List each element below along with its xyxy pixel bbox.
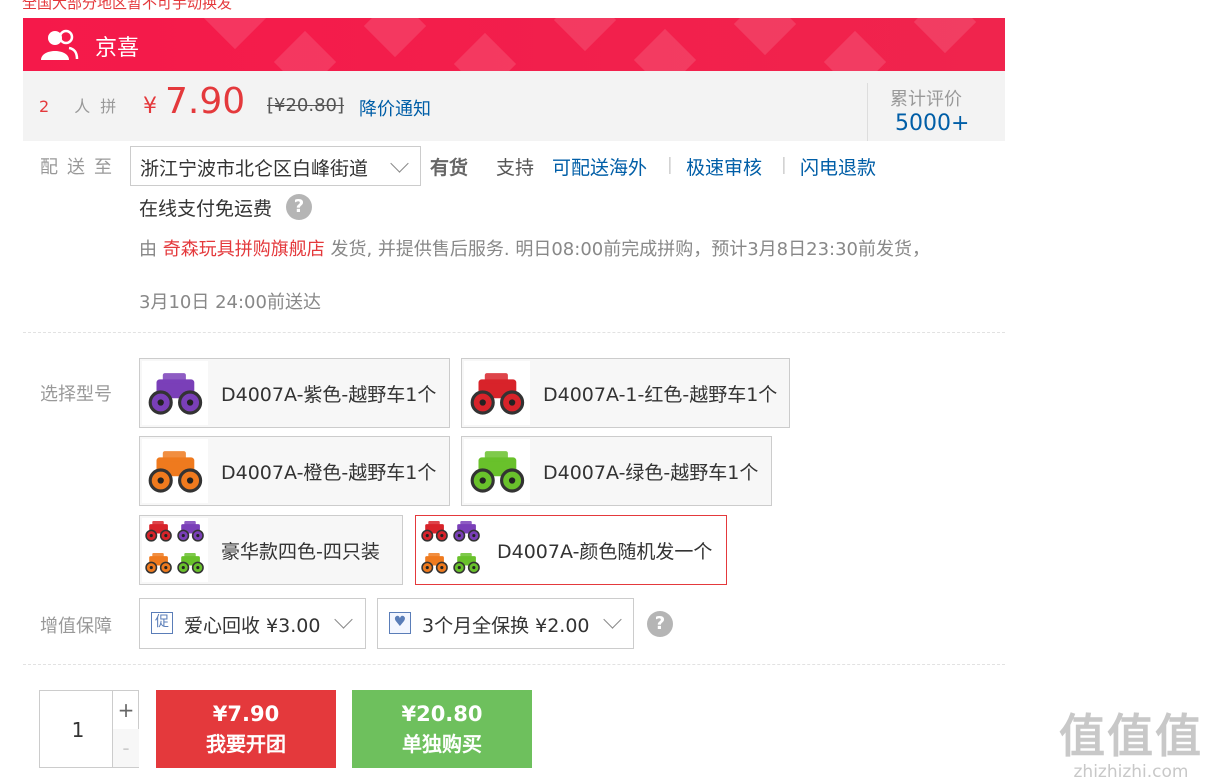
address-select[interactable]: 浙江宁波市北仑区白峰街道 (130, 146, 421, 186)
divider (23, 664, 1005, 665)
option-label: D4007A-1-红色-越野车1个 (543, 384, 778, 406)
product-thumbnail (464, 361, 530, 425)
options-label: 选择型号 (40, 384, 112, 405)
help-icon[interactable]: ? (647, 611, 673, 637)
address-value: 浙江宁波市北仑区白峰街道 (140, 158, 369, 180)
quantity-increase-button[interactable]: + (112, 691, 139, 730)
quantity-decrease-button[interactable]: - (112, 729, 139, 767)
promo-icon: 促 (151, 612, 173, 634)
option-item[interactable]: D4007A-橙色-越野车1个 (139, 436, 450, 506)
free-shipping-text: 在线支付免运费 (139, 198, 273, 220)
group-size: 2 人拼 (39, 93, 126, 117)
option-item[interactable]: D4007A-颜色随机发一个 (415, 515, 727, 585)
group-buy-price: ¥7.90 (212, 702, 280, 726)
option-label: D4007A-颜色随机发一个 (497, 541, 713, 563)
value-added-label: 增值保障 (40, 616, 112, 637)
ship-prefix: 由 (139, 239, 157, 260)
solo-buy-label: 单独购买 (402, 732, 482, 756)
review-count[interactable]: 5000+ (895, 111, 969, 136)
service-fast-review[interactable]: 极速审核 (686, 153, 762, 180)
recycle-service-text: 爱心回收 ¥3.00 (184, 615, 321, 637)
option-item[interactable]: 豪华款四色-四只装 (139, 515, 403, 585)
shipping-info-arrival: 3月10日 24:00前送达 (139, 292, 321, 313)
shipping-info: 由 奇森玩具拼购旗舰店 发货, 并提供售后服务. 明日08:00前完成拼购，预计… (139, 235, 930, 261)
support-label: 支持 (496, 157, 535, 179)
option-label: D4007A-绿色-越野车1个 (543, 462, 759, 484)
banner-title: 京喜 (95, 36, 140, 61)
watermark-logo: 值值值 (1059, 709, 1203, 763)
chevron-down-icon (603, 610, 622, 629)
option-item[interactable]: D4007A-1-红色-越野车1个 (461, 358, 790, 428)
option-label: D4007A-紫色-越野车1个 (221, 384, 437, 406)
divider (23, 332, 1005, 333)
stock-status: 有货 (430, 157, 469, 179)
watermark-url: zhizhizhi.com (1073, 762, 1189, 782)
review-summary[interactable]: 累计评价 5000+ (867, 83, 1006, 141)
quantity-input[interactable] (40, 691, 116, 769)
start-group-buy-button[interactable]: ¥7.90 我要开团 (156, 690, 336, 768)
separator: | (781, 155, 787, 175)
warranty-icon: ♥ (389, 612, 411, 634)
chevron-down-icon (334, 610, 353, 629)
product-thumbnail (142, 518, 208, 582)
solo-buy-price: ¥20.80 (401, 702, 483, 726)
current-price: ¥7.90 (143, 81, 245, 122)
original-price: [¥20.80] (267, 95, 345, 116)
recycle-service-select[interactable]: 促 爱心回收 ¥3.00 (139, 598, 366, 649)
top-notice: 全国大部分地区暂不可手动换发 (22, 0, 233, 12)
separator: | (667, 155, 673, 175)
warranty-service-text: 3个月全保换 ¥2.00 (422, 615, 590, 637)
price-drop-notify-link[interactable]: 降价通知 (359, 95, 431, 121)
ship-info-text: 发货, 并提供售后服务. 明日08:00前完成拼购，预计3月8日23:30前发货… (330, 239, 931, 260)
chevron-down-icon (390, 154, 409, 173)
store-link[interactable]: 奇森玩具拼购旗舰店 (163, 239, 325, 260)
service-ship-overseas[interactable]: 可配送海外 (552, 153, 647, 180)
product-thumbnail (418, 518, 484, 582)
jingxi-banner: 京喜 (23, 18, 1005, 71)
option-item[interactable]: D4007A-紫色-越野车1个 (139, 358, 450, 428)
option-label: D4007A-橙色-越野车1个 (221, 462, 437, 484)
yen-symbol: ¥ (143, 94, 157, 119)
product-thumbnail (142, 439, 208, 503)
product-thumbnail (142, 361, 208, 425)
option-label: 豪华款四色-四只装 (221, 541, 380, 563)
delivery-label: 配送至 (40, 157, 121, 178)
users-icon (41, 29, 79, 60)
group-buy-label: 我要开团 (206, 732, 286, 756)
buy-alone-button[interactable]: ¥20.80 单独购买 (352, 690, 532, 768)
quantity-stepper: + - (39, 690, 139, 769)
help-icon[interactable]: ? (286, 194, 312, 220)
option-item[interactable]: D4007A-绿色-越野车1个 (461, 436, 772, 506)
group-suffix: 人拼 (74, 97, 127, 116)
current-price-value: 7.90 (165, 81, 246, 122)
warranty-service-select[interactable]: ♥ 3个月全保换 ¥2.00 (377, 598, 634, 649)
group-number: 2 (39, 97, 60, 116)
service-flash-refund[interactable]: 闪电退款 (800, 153, 876, 180)
product-thumbnail (464, 439, 530, 503)
site-watermark: 值值值 zhizhizhi.com (1056, 700, 1206, 782)
review-label: 累计评价 (890, 89, 962, 110)
price-section: 2 人拼 ¥7.90 [¥20.80] 降价通知 累计评价 5000+ (23, 71, 1005, 141)
